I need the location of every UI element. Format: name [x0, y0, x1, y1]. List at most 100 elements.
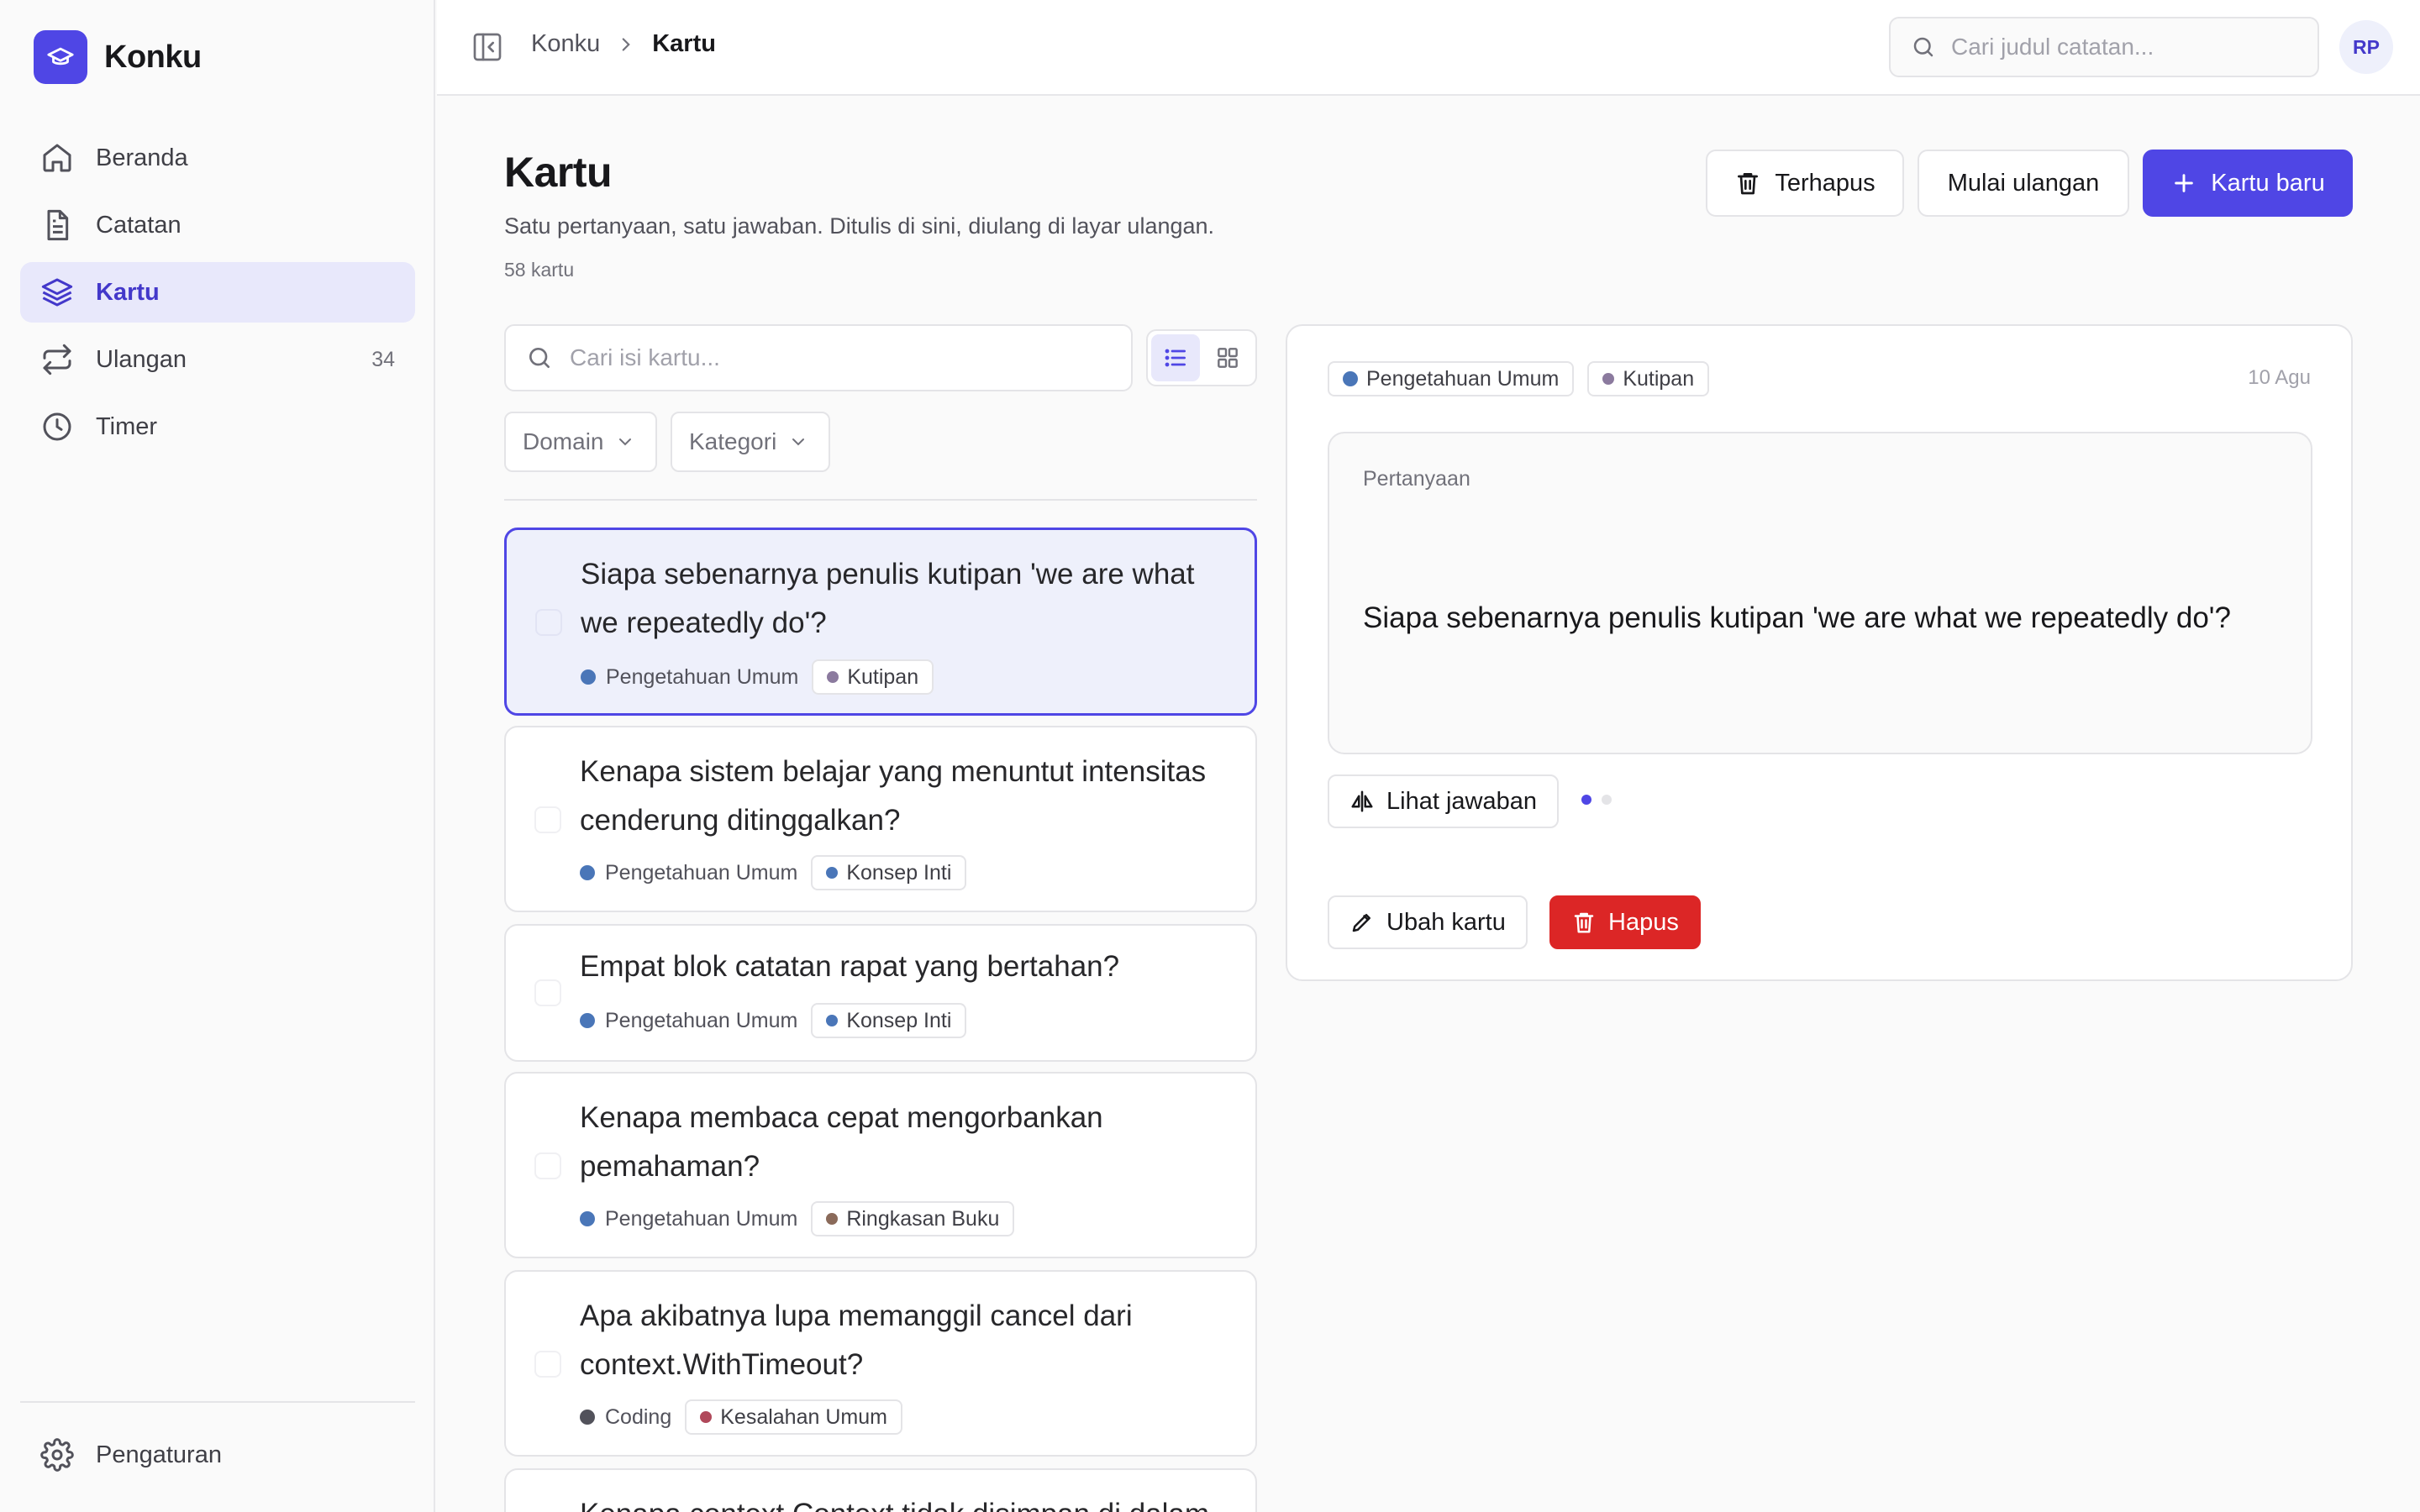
domain-dot	[581, 669, 596, 685]
breadcrumb-current: Kartu	[652, 30, 716, 57]
sidebar-item-label: Catatan	[96, 211, 182, 239]
card-meta: Pengetahuan Umum Kutipan	[581, 659, 934, 695]
domain-filter-label: Domain	[523, 428, 604, 454]
topbar: Konku Kartu RP	[437, 0, 2420, 96]
card-search-input[interactable]	[570, 344, 1111, 371]
sidebar-item-catatan[interactable]: Catatan	[20, 195, 415, 255]
domain-name: Pengetahuan Umum	[606, 664, 799, 689]
category-tag: Kutipan	[1587, 361, 1710, 396]
trash-icon	[1574, 912, 1594, 933]
start-review-label: Mulai ulangan	[1947, 169, 2100, 197]
card-question: Kenapa membaca cepat mengorbankan pemaha…	[580, 1101, 1103, 1183]
card-checkbox[interactable]	[534, 1152, 561, 1179]
card-date: 10 Agu	[2248, 366, 2311, 389]
sidebar-item-pengaturan[interactable]: Pengaturan	[20, 1425, 415, 1485]
sidebar-item-label: Timer	[96, 412, 158, 440]
sidebar: Konku Beranda Catatan Kartu Ulangan 34 T…	[0, 0, 435, 1512]
domain-dot	[580, 1410, 595, 1425]
card-question: Kenapa sistem belajar yang menuntut inte…	[580, 755, 1207, 837]
tag-name: Kesalahan Umum	[720, 1404, 887, 1429]
edit-card-button[interactable]: Ubah kartu	[1328, 895, 1528, 949]
card-list-item[interactable]: Kenapa sistem belajar yang menuntut inte…	[504, 726, 1257, 912]
category-filter[interactable]: Kategori	[671, 412, 830, 472]
tag-dot	[1602, 373, 1615, 385]
document-icon	[47, 209, 69, 241]
sidebar-item-beranda[interactable]: Beranda	[20, 128, 415, 188]
sidebar-divider	[20, 1401, 415, 1403]
side-dot-back	[1602, 795, 1612, 805]
show-answer-button[interactable]: Lihat jawaban	[1328, 774, 1559, 828]
sidebar-nav: Beranda Catatan Kartu Ulangan 34 Timer	[20, 128, 415, 464]
card-list-item[interactable]: Empat blok catatan rapat yang bertahan? …	[504, 924, 1257, 1062]
chevron-down-icon	[792, 438, 805, 446]
brand[interactable]: Konku	[34, 30, 202, 84]
card-question: Apa akibatnya lupa memanggil cancel dari…	[580, 1299, 1133, 1381]
card-count: 58 kartu	[504, 259, 575, 281]
tag-dot	[826, 867, 839, 879]
pencil-icon	[1352, 914, 1370, 932]
deleted-button[interactable]: Terhapus	[1706, 150, 1904, 217]
delete-card-label: Hapus	[1608, 908, 1679, 936]
breadcrumb-root[interactable]: Konku	[531, 30, 600, 58]
chevron-right-icon	[622, 37, 631, 51]
domain-label: Pengetahuan Umum	[580, 861, 797, 885]
card-search[interactable]	[504, 324, 1133, 391]
sidebar-item-kartu[interactable]: Kartu	[20, 262, 415, 323]
page-subtitle: Satu pertanyaan, satu jawaban. Ditulis d…	[504, 213, 1215, 239]
tag-dot	[700, 1411, 713, 1423]
list-icon	[1165, 349, 1186, 367]
note-search-input[interactable]	[1951, 34, 2297, 60]
card-list-item[interactable]: Kenapa context.Context tidak disimpan di…	[504, 1468, 1257, 1512]
sidebar-item-label: Ulangan	[96, 345, 187, 373]
list-divider	[504, 499, 1257, 501]
plus-icon	[2175, 174, 2194, 192]
question-label: Pertanyaan	[1363, 467, 1470, 491]
question-text: Siapa sebenarnya penulis kutipan 'we are…	[1363, 601, 2231, 634]
tag-name: Konsep Inti	[846, 1008, 952, 1032]
flip-icon	[1351, 790, 1373, 812]
tag-name: Kutipan	[847, 664, 919, 689]
tag-name: Konsep Inti	[846, 860, 952, 885]
side-dot-front	[1581, 795, 1591, 805]
card-meta: Pengetahuan Umum Konsep Inti	[580, 1003, 967, 1038]
home-icon	[43, 144, 71, 172]
domain-label: Pengetahuan Umum	[580, 1207, 797, 1231]
gear-icon	[40, 1438, 74, 1472]
tag-dot	[827, 671, 839, 683]
card-checkbox[interactable]	[534, 979, 561, 1006]
sidebar-item-ulangan[interactable]: Ulangan 34	[20, 329, 415, 390]
domain-name: Pengetahuan Umum	[1366, 366, 1560, 391]
card-checkbox[interactable]	[534, 806, 561, 833]
category-filter-label: Kategori	[689, 428, 777, 454]
card-checkbox[interactable]	[534, 1351, 561, 1378]
note-search[interactable]	[1889, 17, 2319, 77]
layers-icon	[41, 278, 73, 307]
start-review-button[interactable]: Mulai ulangan	[1918, 150, 2129, 217]
sidebar-item-label: Kartu	[96, 278, 160, 306]
grid-view-button[interactable]	[1203, 334, 1252, 381]
category-tag: Konsep Inti	[811, 855, 967, 890]
card-list-item[interactable]: Kenapa membaca cepat mengorbankan pemaha…	[504, 1072, 1257, 1258]
card-meta: Coding Kesalahan Umum	[580, 1399, 902, 1435]
sidebar-toggle-icon[interactable]	[471, 30, 504, 64]
sidebar-item-timer[interactable]: Timer	[20, 396, 415, 457]
card-meta: Pengetahuan Umum Konsep Inti	[580, 855, 967, 890]
domain-name: Pengetahuan Umum	[605, 860, 798, 885]
card-list-item[interactable]: Apa akibatnya lupa memanggil cancel dari…	[504, 1270, 1257, 1457]
card-question: Siapa sebenarnya penulis kutipan 'we are…	[581, 558, 1195, 639]
domain-filter[interactable]: Domain	[504, 412, 657, 472]
chevron-down-icon	[619, 438, 632, 446]
search-icon	[1913, 37, 1933, 57]
delete-card-button[interactable]: Hapus	[1549, 895, 1701, 949]
list-view-button[interactable]	[1151, 334, 1200, 381]
grid-icon	[1218, 348, 1238, 368]
card-checkbox[interactable]	[535, 609, 562, 636]
question-box: Pertanyaan Siapa sebenarnya penulis kuti…	[1328, 432, 2312, 754]
new-card-button[interactable]: Kartu baru	[2143, 150, 2353, 217]
avatar[interactable]: RP	[2339, 20, 2393, 74]
card-list-item[interactable]: Siapa sebenarnya penulis kutipan 'we are…	[504, 528, 1257, 716]
review-count-badge: 34	[371, 347, 395, 371]
tag-dot	[826, 1015, 839, 1026]
domain-name: Pengetahuan Umum	[605, 1206, 798, 1231]
card-detail-panel: Pengetahuan Umum Kutipan 10 Agu Pertanya…	[1286, 324, 2353, 981]
